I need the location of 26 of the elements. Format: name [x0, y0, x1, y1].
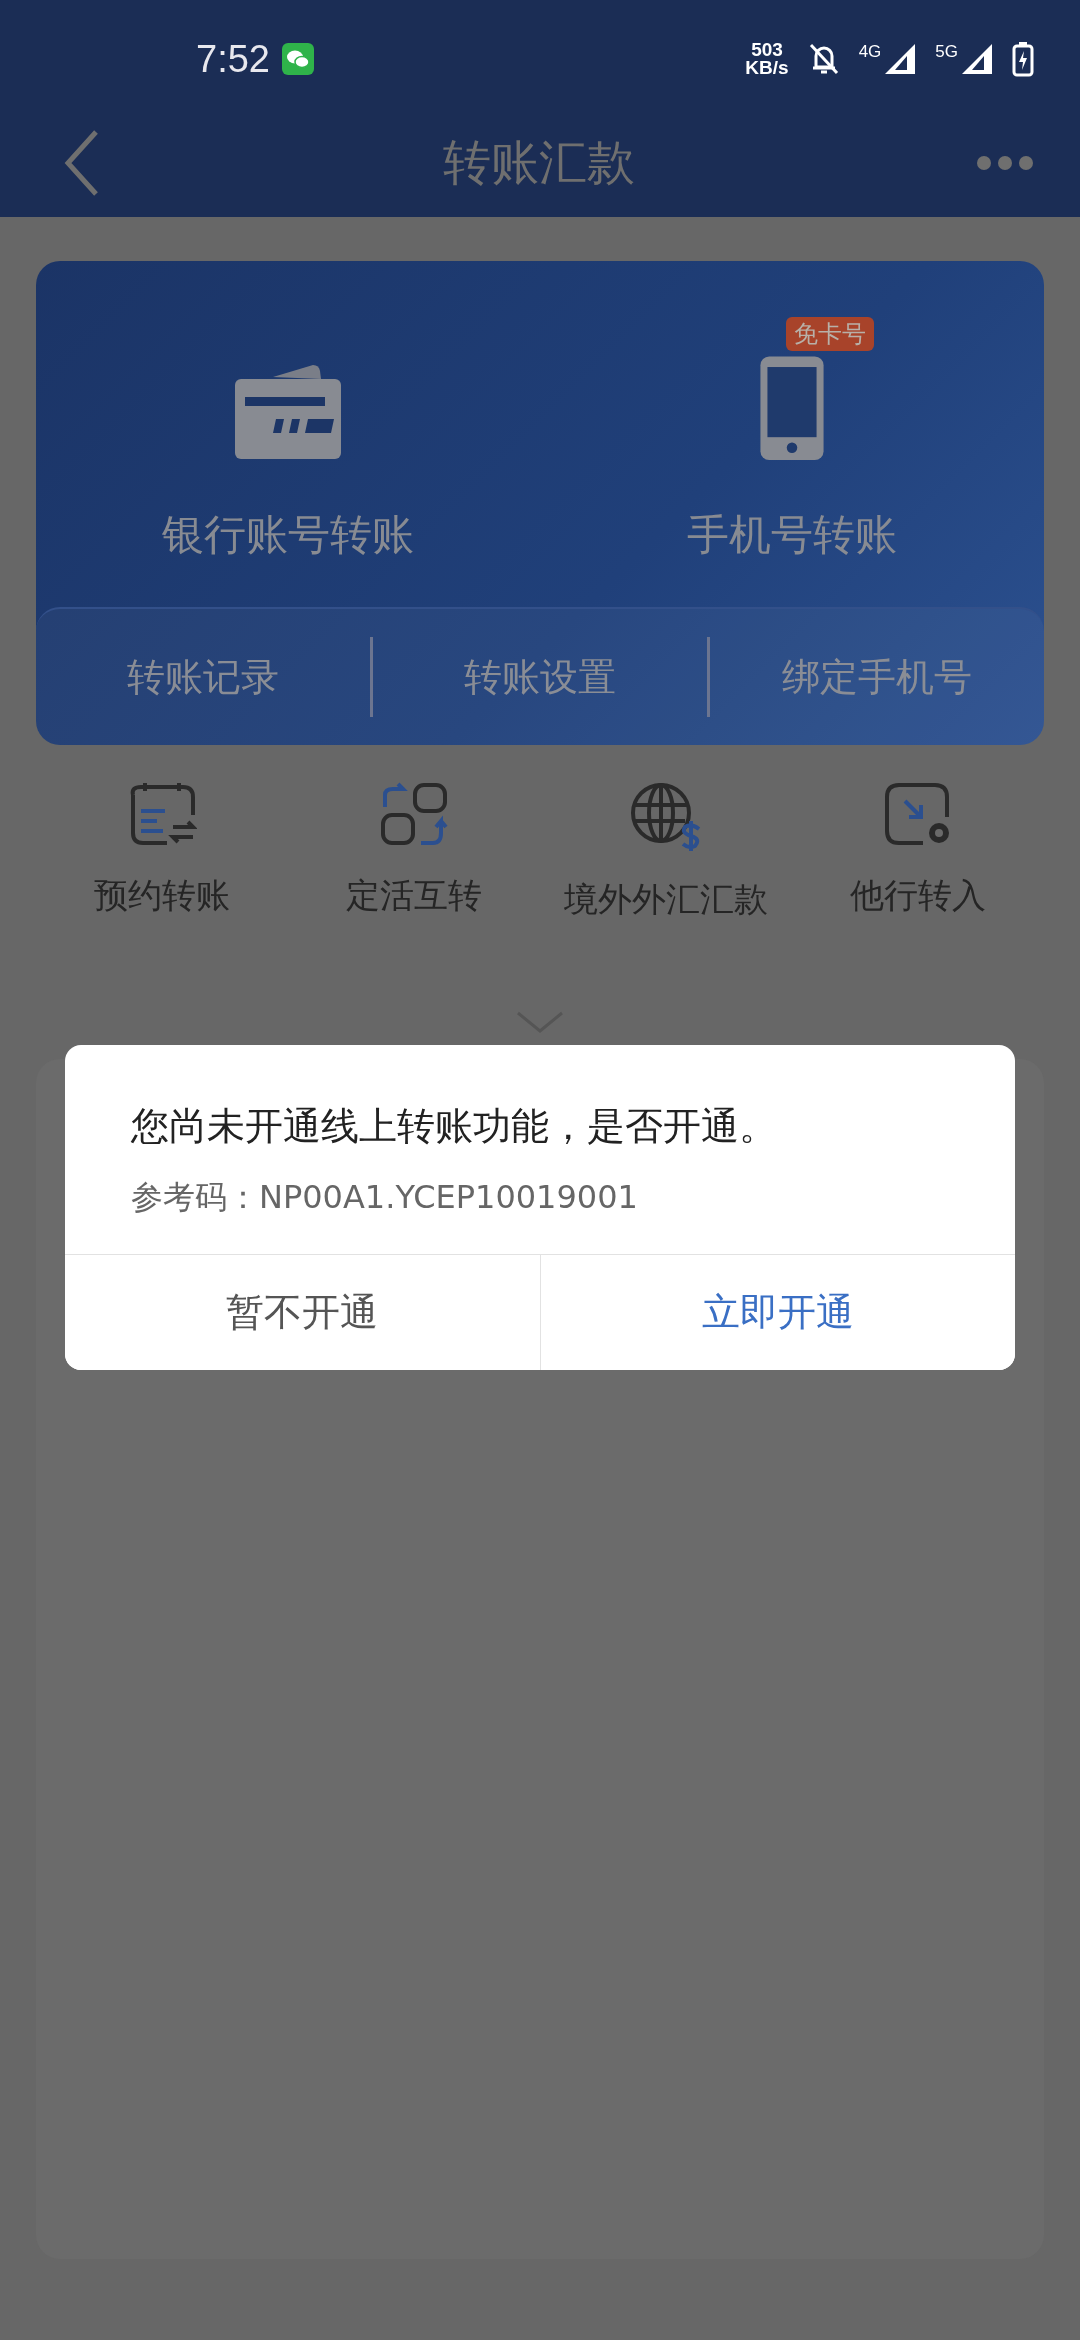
signal-icon	[960, 42, 994, 76]
more-icon[interactable]	[976, 154, 1034, 171]
service-label[interactable]: 定活互转	[346, 873, 482, 919]
transfer-option[interactable]: 银行账号转账	[162, 507, 414, 563]
service-label[interactable]: 境外外汇汇款	[564, 877, 768, 923]
speed-value: 503	[751, 41, 783, 59]
transfer-option[interactable]: 手机号转账	[687, 507, 897, 563]
service-label[interactable]: 预约转账	[94, 873, 230, 919]
swap-squares-icon[interactable]	[379, 781, 449, 847]
speed-unit: KB/s	[745, 59, 789, 77]
shortcut-link[interactable]: 绑定手机号	[710, 651, 1044, 703]
battery-icon	[1012, 41, 1034, 77]
dialog-message: 您尚未开通线上转账功能，是否开通。	[131, 1103, 778, 1150]
status-time: 7:52	[196, 37, 270, 81]
network-label: 5G	[935, 42, 958, 62]
shortcut-link[interactable]: 转账记录	[36, 651, 370, 703]
shortcut-link[interactable]: 转账设置	[373, 651, 707, 703]
reference-code: 参考码：NP00A1.YCEP10019001	[131, 1177, 639, 1218]
service-label[interactable]: 他行转入	[850, 873, 986, 919]
page-title: 转账汇款	[443, 132, 635, 192]
no-card-badge: 免卡号	[786, 317, 874, 351]
chat-app-icon	[281, 43, 314, 75]
network-label: 4G	[858, 42, 882, 62]
signal-icon	[883, 42, 918, 76]
globe-dollar-icon[interactable]	[629, 781, 703, 851]
confirm-button[interactable]: 立即开通	[539, 1255, 1015, 1370]
